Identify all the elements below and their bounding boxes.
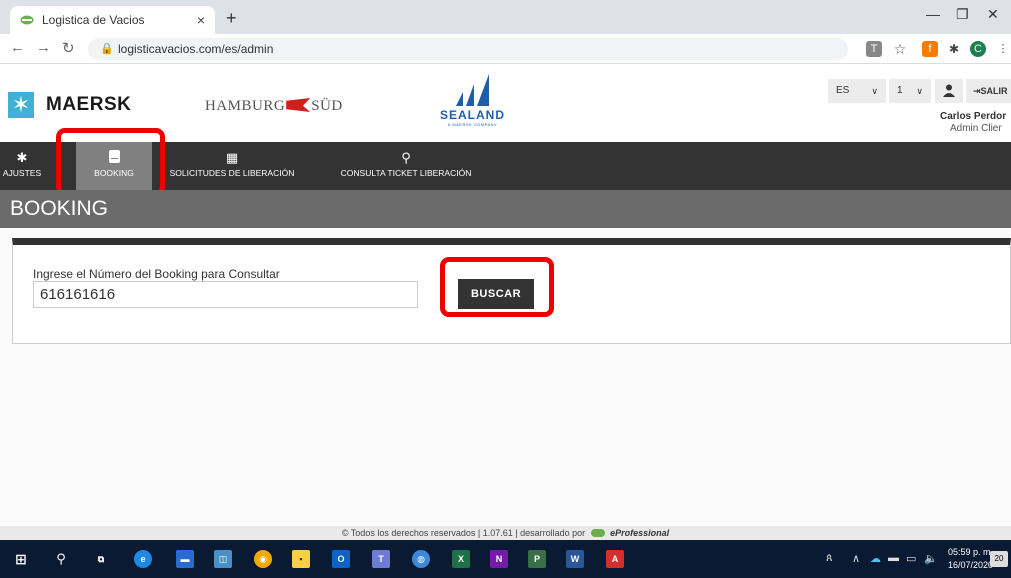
footer-text: © Todos los derechos reservados | 1.07.6… bbox=[341, 528, 586, 538]
calendar-icon: ▦ bbox=[225, 150, 239, 165]
volume-icon[interactable]: 🔈 bbox=[924, 552, 938, 565]
hamburg-logo-right: SÜD bbox=[311, 98, 343, 114]
project-icon[interactable]: P bbox=[528, 550, 546, 568]
restore-icon[interactable]: ❐ bbox=[956, 6, 969, 23]
nav-label: AJUSTES bbox=[2, 168, 42, 178]
user-name: Carlos Perdor bbox=[940, 111, 1007, 122]
windows-taskbar: ⊞ ⚲ ⧉ e ▬ ◫ ◉ ▪ O T ◍ X N P W A ጰ ∧ ☁ ▬ … bbox=[0, 540, 1011, 578]
chevron-down-icon: ∨ bbox=[916, 86, 923, 96]
back-icon[interactable]: ← bbox=[10, 39, 25, 56]
language-select[interactable]: ES ∨ bbox=[828, 79, 886, 103]
sticky-notes-icon[interactable]: ▪ bbox=[292, 550, 310, 568]
star-icon[interactable]: ☆ bbox=[892, 41, 908, 57]
new-tab-button[interactable]: + bbox=[226, 8, 237, 29]
word-icon[interactable]: W bbox=[566, 550, 584, 568]
outlook-icon[interactable]: O bbox=[332, 550, 350, 568]
footer-brand: eProfessional bbox=[610, 528, 670, 538]
onedrive-icon[interactable]: ☁ bbox=[870, 552, 881, 565]
eprofessional-logo-icon bbox=[590, 529, 605, 537]
task-view-icon[interactable]: ⧉ bbox=[92, 550, 110, 568]
nav-label: SOLICITUDES DE LIBERACIÓN bbox=[169, 168, 295, 178]
lock-icon: 🔒 bbox=[100, 43, 114, 55]
page-title: BOOKING bbox=[0, 190, 1011, 228]
puzzle-icon[interactable]: ✱ bbox=[946, 41, 962, 57]
edge-icon[interactable]: e bbox=[134, 550, 152, 568]
tab-close-icon[interactable]: × bbox=[197, 12, 205, 28]
sealand-logo: SEALAND A MAERSK COMPANY bbox=[440, 74, 505, 127]
logout-label: SALIR bbox=[980, 86, 1008, 96]
booking-number-input[interactable] bbox=[33, 281, 418, 308]
extension-icon[interactable]: f bbox=[922, 41, 938, 57]
tray-chevron-up-icon[interactable]: ∧ bbox=[852, 552, 860, 565]
chevron-down-icon: ∨ bbox=[871, 86, 878, 96]
menu-dots-icon[interactable]: ⋮ bbox=[995, 41, 1011, 57]
url-text: logisticavacios.com/es/admin bbox=[118, 42, 274, 56]
user-button[interactable] bbox=[935, 79, 963, 103]
gear-icon: ✱ bbox=[16, 150, 28, 165]
forward-icon[interactable]: → bbox=[36, 39, 51, 56]
minimize-icon[interactable]: — bbox=[926, 6, 940, 22]
taskbar-clock[interactable]: 05:59 p. m. 16/07/2020 bbox=[948, 546, 993, 572]
globe-icon[interactable]: ◍ bbox=[412, 550, 430, 568]
maersk-star-icon: ✶ bbox=[8, 92, 34, 118]
nav-item-solicitudes[interactable]: ▦ SOLICITUDES DE LIBERACIÓN bbox=[152, 142, 312, 190]
excel-icon[interactable]: X bbox=[452, 550, 470, 568]
hamburg-flag-icon bbox=[286, 98, 311, 112]
search-icon: ⚲ bbox=[401, 150, 411, 165]
app-icon[interactable]: ◫ bbox=[214, 550, 232, 568]
clock-time: 05:59 p. m. bbox=[948, 547, 994, 557]
logout-button[interactable]: ⇥SALIR bbox=[966, 79, 1011, 103]
windows-start-icon[interactable]: ⊞ bbox=[12, 550, 30, 568]
notification-badge[interactable]: 20 bbox=[990, 551, 1008, 567]
battery-icon[interactable]: ▬ bbox=[888, 552, 899, 564]
maersk-logo-text: MAERSK bbox=[46, 94, 132, 115]
nav-item-consulta-ticket[interactable]: ⚲ CONSULTA TICKET LIBERACIÓN bbox=[316, 142, 496, 190]
chrome-icon[interactable]: ◉ bbox=[254, 550, 272, 568]
logout-icon: ⇥ bbox=[973, 86, 981, 96]
nav-item-ajustes[interactable]: ✱ AJUSTES bbox=[0, 142, 44, 190]
network-icon[interactable]: ▭ bbox=[906, 552, 916, 565]
address-bar: ← → ↻ 🔒 logisticavacios.com/es/admin T ☆… bbox=[0, 34, 1011, 64]
sealand-sails-icon bbox=[440, 74, 505, 106]
people-icon[interactable]: ጰ bbox=[826, 552, 833, 565]
explorer-icon[interactable]: ▬ bbox=[176, 550, 194, 568]
onenote-icon[interactable]: N bbox=[490, 550, 508, 568]
close-window-icon[interactable]: ✕ bbox=[987, 6, 999, 23]
user-icon bbox=[943, 84, 955, 97]
page-footer: © Todos los derechos reservados | 1.07.6… bbox=[0, 526, 1011, 540]
reload-icon[interactable]: ↻ bbox=[62, 39, 75, 57]
highlight-booking-nav bbox=[56, 128, 165, 196]
booking-field-label: Ingrese el Número del Booking para Consu… bbox=[33, 267, 280, 281]
url-field[interactable]: 🔒 logisticavacios.com/es/admin bbox=[88, 38, 848, 60]
page-value: 1 bbox=[897, 85, 903, 96]
maersk-logo: ✶ MAERSK bbox=[8, 92, 131, 118]
sealand-logo-text: SEALAND bbox=[440, 108, 506, 122]
browser-tab[interactable]: Logistica de Vacios × bbox=[10, 6, 215, 34]
clock-date: 16/07/2020 bbox=[948, 560, 994, 570]
highlight-buscar-button bbox=[440, 257, 554, 317]
favicon-icon bbox=[20, 15, 34, 25]
teams-icon[interactable]: T bbox=[372, 550, 390, 568]
hamburg-sud-logo: HAMBURG SÜD bbox=[205, 98, 343, 115]
profile-avatar[interactable]: C bbox=[970, 41, 986, 57]
tab-title: Logistica de Vacios bbox=[42, 13, 145, 27]
search-icon[interactable]: ⚲ bbox=[52, 550, 70, 568]
nav-label: CONSULTA TICKET LIBERACIÓN bbox=[340, 168, 472, 178]
language-value: ES bbox=[836, 85, 850, 96]
sealand-logo-subtext: A MAERSK COMPANY bbox=[447, 122, 498, 127]
browser-tab-bar: Logistica de Vacios × + — ❐ ✕ bbox=[0, 0, 1011, 34]
user-role: Admin Clier bbox=[950, 123, 1002, 134]
translate-icon[interactable]: T bbox=[866, 41, 882, 57]
page-select[interactable]: 1 ∨ bbox=[889, 79, 931, 103]
acrobat-icon[interactable]: A bbox=[606, 550, 624, 568]
hamburg-logo-left: HAMBURG bbox=[205, 98, 286, 114]
